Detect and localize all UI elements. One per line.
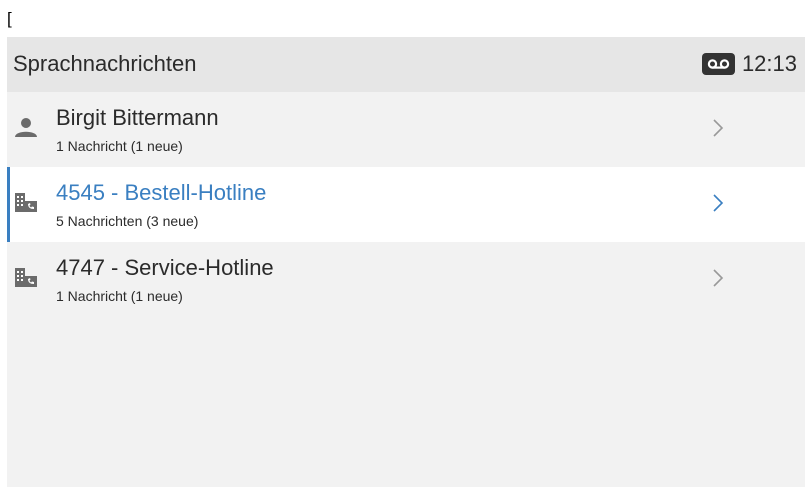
building-phone-icon — [14, 265, 38, 289]
message-count: 5 Nachrichten (3 neue) — [56, 213, 199, 229]
list-item[interactable]: 4747 - Service-Hotline 1 Nachricht (1 ne… — [7, 242, 805, 317]
chevron-right-icon — [712, 191, 724, 215]
voicemail-icon — [701, 53, 735, 75]
status-area: 12:13 — [701, 51, 797, 77]
building-phone-icon — [14, 190, 38, 214]
message-count: 1 Nachricht (1 neue) — [56, 138, 183, 154]
phone-screen: Sprachnachrichten 12:13 Birgit Bitterman… — [7, 37, 805, 487]
contact-name: Birgit Bittermann — [56, 105, 219, 130]
chevron-right-icon — [712, 116, 724, 140]
chevron-right-icon — [712, 266, 724, 290]
list-item[interactable]: Birgit Bittermann 1 Nachricht (1 neue) — [7, 92, 805, 167]
person-icon — [14, 115, 38, 139]
clock: 12:13 — [741, 51, 797, 76]
list-item[interactable]: 4545 - Bestell-Hotline 5 Nachrichten (3 … — [7, 167, 805, 242]
contact-name: 4545 - Bestell-Hotline — [56, 180, 267, 205]
header-bar: Sprachnachrichten 12:13 — [7, 37, 805, 92]
page-title: Sprachnachrichten — [13, 51, 197, 76]
voicemail-list: Birgit Bittermann 1 Nachricht (1 neue) 4… — [7, 92, 805, 317]
message-count: 1 Nachricht (1 neue) — [56, 288, 183, 304]
stray-bracket-text: [ — [7, 9, 12, 28]
contact-name: 4747 - Service-Hotline — [56, 255, 274, 280]
